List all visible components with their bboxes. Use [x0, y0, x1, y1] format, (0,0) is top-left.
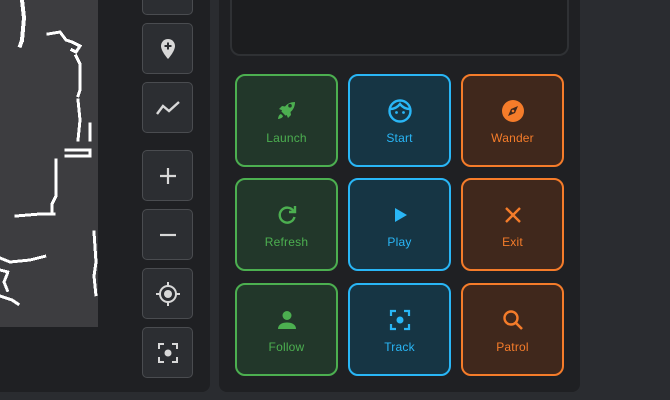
follow-button[interactable]: Follow [235, 283, 338, 376]
refresh-label: Refresh [264, 235, 309, 249]
close-icon [502, 202, 524, 228]
track-button[interactable]: Track [348, 283, 451, 376]
crosshairs-gps-icon [155, 281, 180, 306]
refresh-icon [275, 202, 299, 228]
path-button[interactable] [142, 82, 193, 133]
launch-button[interactable]: Launch [235, 74, 338, 167]
map-marker-plus-icon [160, 38, 175, 59]
zoom-out-button[interactable] [142, 209, 193, 260]
map-panel [0, 0, 210, 392]
magnify-icon [501, 307, 525, 333]
start-label: Start [386, 131, 413, 145]
focus-center-icon [157, 342, 178, 363]
rocket-icon [275, 98, 299, 124]
focus-center-icon [388, 307, 412, 333]
wander-label: Wander [491, 131, 534, 145]
patrol-label: Patrol [496, 340, 529, 354]
wander-button[interactable]: Wander [461, 74, 564, 167]
track-label: Track [384, 340, 415, 354]
compass-icon [500, 98, 526, 124]
map-toolbar [142, 0, 195, 392]
plus-icon [159, 167, 176, 184]
occupancy-map[interactable] [0, 0, 98, 327]
control-panel: Launch Start Wander Refresh Play Exit Fo… [219, 0, 580, 392]
zoom-in-button[interactable] [142, 150, 193, 201]
play-button[interactable]: Play [348, 178, 451, 271]
exit-label: Exit [502, 235, 523, 249]
account-icon [275, 307, 299, 333]
exit-button[interactable]: Exit [461, 178, 564, 271]
locate-button[interactable] [142, 268, 193, 319]
minus-icon [159, 233, 176, 236]
focus-button[interactable] [142, 327, 193, 378]
refresh-button[interactable]: Refresh [235, 178, 338, 271]
chart-line-icon [155, 100, 180, 115]
minus-box-icon [156, 0, 180, 2]
status-display [230, 0, 569, 56]
patrol-button[interactable]: Patrol [461, 283, 564, 376]
add-waypoint-button[interactable] [142, 23, 193, 74]
follow-label: Follow [268, 340, 305, 354]
start-button[interactable]: Start [348, 74, 451, 167]
face-icon [387, 98, 413, 124]
launch-label: Launch [266, 131, 307, 145]
play-label: Play [387, 235, 412, 249]
layers-button[interactable] [142, 0, 193, 15]
play-icon [389, 202, 411, 228]
